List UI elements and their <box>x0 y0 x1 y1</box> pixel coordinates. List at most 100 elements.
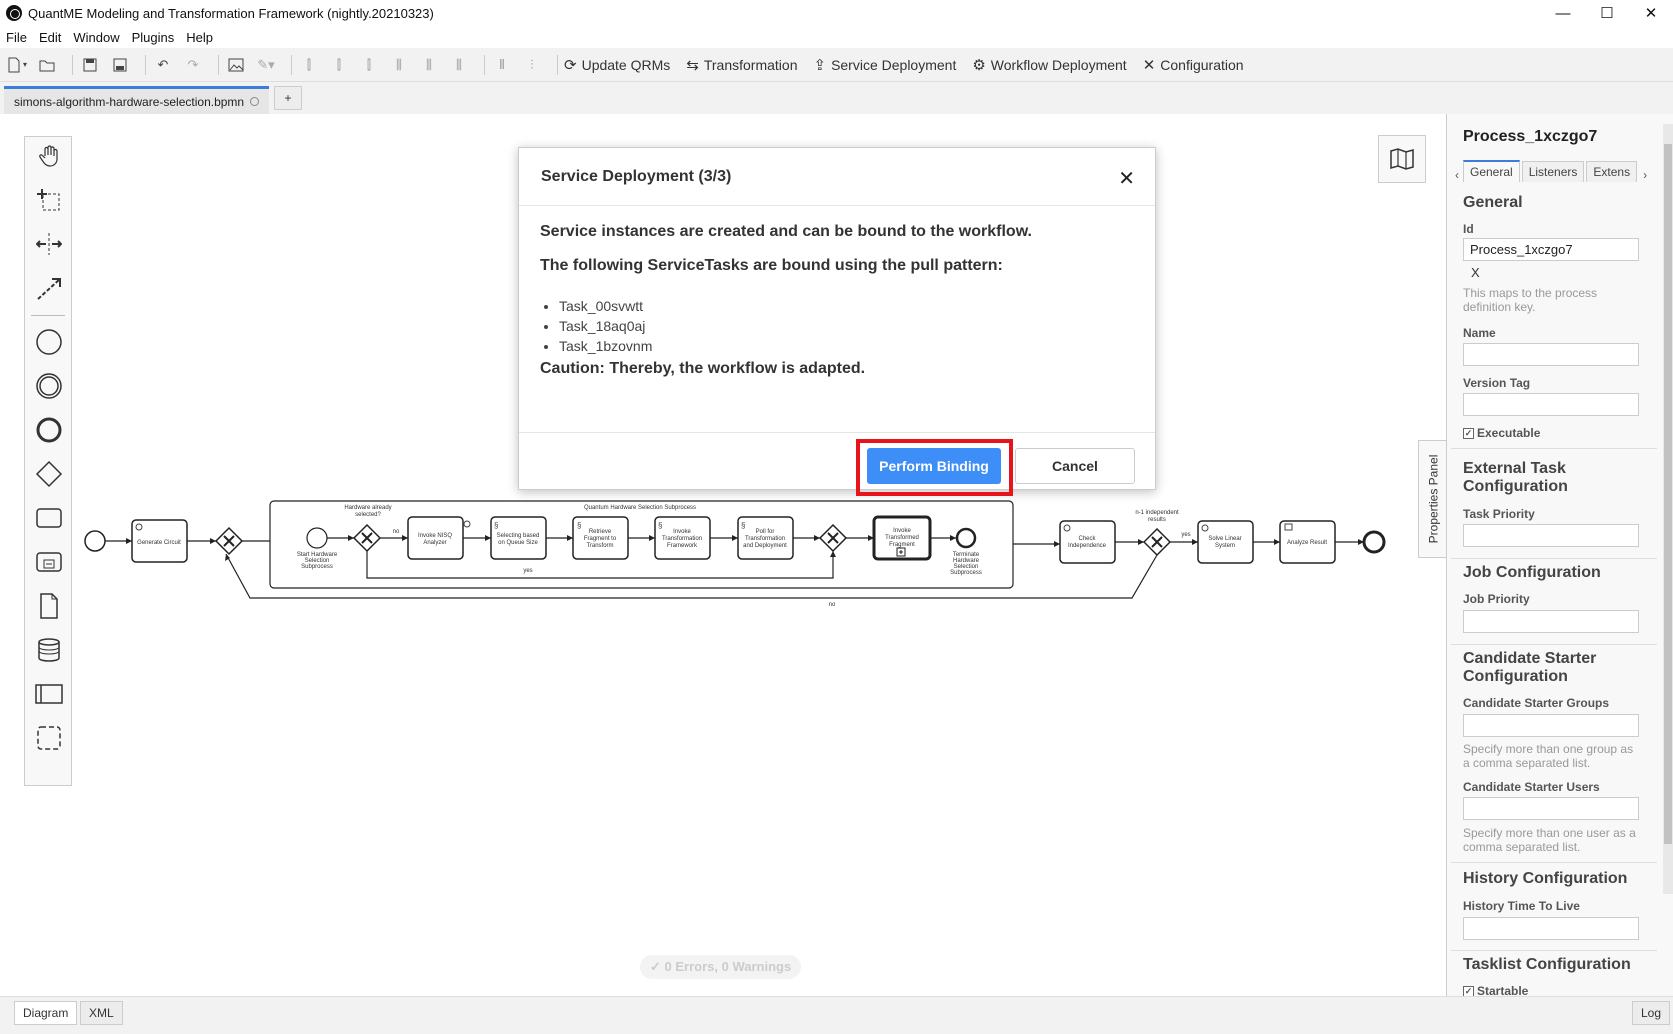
unsaved-indicator-icon[interactable] <box>250 97 260 106</box>
executable-checkbox[interactable]: ✓ Executable <box>1463 426 1540 440</box>
toolbar-divider <box>72 54 73 75</box>
start-event-icon[interactable] <box>34 327 64 357</box>
color-picker-icon[interactable]: ✎▾ <box>255 54 277 76</box>
candidate-groups-input[interactable] <box>1463 714 1639 737</box>
tab-scroll-right-icon[interactable]: › <box>1639 168 1651 182</box>
close-window-button[interactable]: ✕ <box>1629 0 1673 26</box>
menu-file[interactable]: File <box>0 30 33 45</box>
end-event-icon[interactable] <box>34 415 64 445</box>
maximize-button[interactable]: ☐ <box>1585 0 1629 26</box>
label-yes: yes <box>523 568 532 574</box>
divider <box>1451 448 1657 449</box>
candidate-users-input[interactable] <box>1463 797 1639 820</box>
id-input[interactable]: Process_1xczgo7 <box>1463 238 1639 261</box>
dialog-pull-pattern-text: The following ServiceTasks are bound usi… <box>540 257 1003 274</box>
task-icon[interactable] <box>34 503 64 533</box>
history-ttl-input[interactable] <box>1463 917 1639 940</box>
global-connect-tool-icon[interactable] <box>34 273 64 303</box>
start-event <box>84 530 106 552</box>
save-icon[interactable] <box>79 54 101 76</box>
distribute-horizontal-icon[interactable]: ⫴ <box>491 54 513 76</box>
candidate-users-hint: Specify more than one user as a comma se… <box>1463 826 1636 854</box>
save-as-icon[interactable] <box>109 54 131 76</box>
data-store-icon[interactable] <box>34 635 64 665</box>
intermediate-event-icon[interactable] <box>34 371 64 401</box>
service-deployment-button[interactable]: ⇪ Service Deployment <box>813 56 956 74</box>
toolbar-divider <box>557 54 558 75</box>
task-priority-input[interactable] <box>1463 524 1639 547</box>
divider <box>1451 950 1657 951</box>
version-tag-input[interactable] <box>1463 393 1639 416</box>
align-bottom-icon[interactable]: ⫼ <box>448 54 470 76</box>
update-qrms-button[interactable]: ⟳ Update QRMs <box>564 56 670 74</box>
tab-diagram[interactable]: Diagram <box>14 1001 78 1025</box>
properties-panel-toggle[interactable]: Properties Panel <box>1418 440 1448 558</box>
label-yes: yes <box>1181 532 1190 538</box>
bpmn-diagram: § § § § Generate Circuit Quantum Hardwar… <box>84 500 1386 608</box>
tab-scroll-left-icon[interactable]: ‹ <box>1451 168 1463 182</box>
export-image-icon[interactable] <box>225 54 247 76</box>
align-right-icon[interactable]: ⫿ <box>358 54 380 76</box>
tab-listeners[interactable]: Listeners <box>1521 161 1585 182</box>
menu-edit[interactable]: Edit <box>33 30 67 45</box>
label-invoke-fragment: Invoke <box>893 528 911 534</box>
label-retrieve: Retrieve <box>589 529 612 535</box>
properties-panel: Process_1xczgo7 ‹ General Listeners Exte… <box>1446 114 1673 1000</box>
tab-general[interactable]: General <box>1463 160 1520 182</box>
label-invoke-tf: Invoke <box>673 529 691 535</box>
undo-icon[interactable]: ↶ <box>152 54 174 76</box>
pool-icon[interactable] <box>34 679 64 709</box>
align-top-icon[interactable]: ⫼ <box>388 54 410 76</box>
name-textarea[interactable] <box>1463 343 1639 366</box>
data-object-icon[interactable] <box>34 591 64 621</box>
cancel-button[interactable]: Cancel <box>1015 448 1135 484</box>
perform-binding-button[interactable]: Perform Binding <box>867 448 1001 484</box>
gateway-icon[interactable] <box>34 459 64 489</box>
tool-palette <box>24 136 72 786</box>
log-button[interactable]: Log <box>1632 1001 1671 1025</box>
hand-tool-icon[interactable] <box>34 141 64 171</box>
menu-plugins[interactable]: Plugins <box>126 30 181 45</box>
refresh-icon: ⟳ <box>564 56 577 74</box>
align-middle-icon[interactable]: ⫼ <box>418 54 440 76</box>
start-subprocess-event <box>306 527 328 549</box>
group-icon[interactable] <box>34 723 64 753</box>
divider <box>1451 558 1657 559</box>
redo-icon[interactable]: ↷ <box>182 54 204 76</box>
terminate-subprocess-event <box>955 527 977 549</box>
align-center-icon[interactable]: ⫿ <box>328 54 350 76</box>
name-label: Name <box>1463 326 1496 340</box>
checkbox-checked-icon: ✓ <box>1463 985 1474 997</box>
id-clear-button[interactable]: X <box>1471 265 1480 280</box>
subprocess-icon[interactable] <box>34 547 64 577</box>
job-priority-input[interactable] <box>1463 610 1639 633</box>
configuration-button[interactable]: ✕ Configuration <box>1143 56 1244 74</box>
tab-xml[interactable]: XML <box>80 1001 123 1025</box>
minimize-button[interactable]: — <box>1541 0 1585 26</box>
transformation-button[interactable]: ⇆ Transformation <box>686 56 797 74</box>
new-file-icon[interactable]: ▾ <box>6 54 28 76</box>
minimap-toggle-button[interactable] <box>1378 135 1426 183</box>
menu-window[interactable]: Window <box>67 30 125 45</box>
tab-extensions[interactable]: Extens <box>1586 161 1638 182</box>
add-tab-button[interactable]: + <box>274 86 302 110</box>
lasso-tool-icon[interactable] <box>34 185 64 215</box>
properties-scrollbar[interactable] <box>1663 124 1673 894</box>
label-invoke-tf: Transformation <box>662 536 702 542</box>
svg-text:§: § <box>577 521 581 530</box>
divider <box>1451 862 1657 863</box>
menu-bar: File Edit Window Plugins Help <box>0 26 1673 48</box>
open-folder-icon[interactable] <box>36 54 58 76</box>
space-tool-icon[interactable] <box>34 229 64 259</box>
workflow-deployment-button[interactable]: ⚙ Workflow Deployment <box>972 56 1126 74</box>
label-hw-selected: selected? <box>355 512 381 518</box>
tab-file[interactable]: simons-algorithm-hardware-selection.bpmn <box>4 86 270 114</box>
toolbar-divider <box>291 54 292 75</box>
scrollbar-thumb[interactable] <box>1664 144 1672 844</box>
check-icon: ✓ <box>650 959 665 974</box>
close-icon[interactable]: ✕ <box>1118 166 1135 191</box>
lint-status[interactable]: ✓ 0 Errors, 0 Warnings <box>640 955 802 979</box>
distribute-vertical-icon[interactable]: ⫶ <box>521 54 543 76</box>
menu-help[interactable]: Help <box>180 30 219 45</box>
align-left-icon[interactable]: ⫿ <box>298 54 320 76</box>
